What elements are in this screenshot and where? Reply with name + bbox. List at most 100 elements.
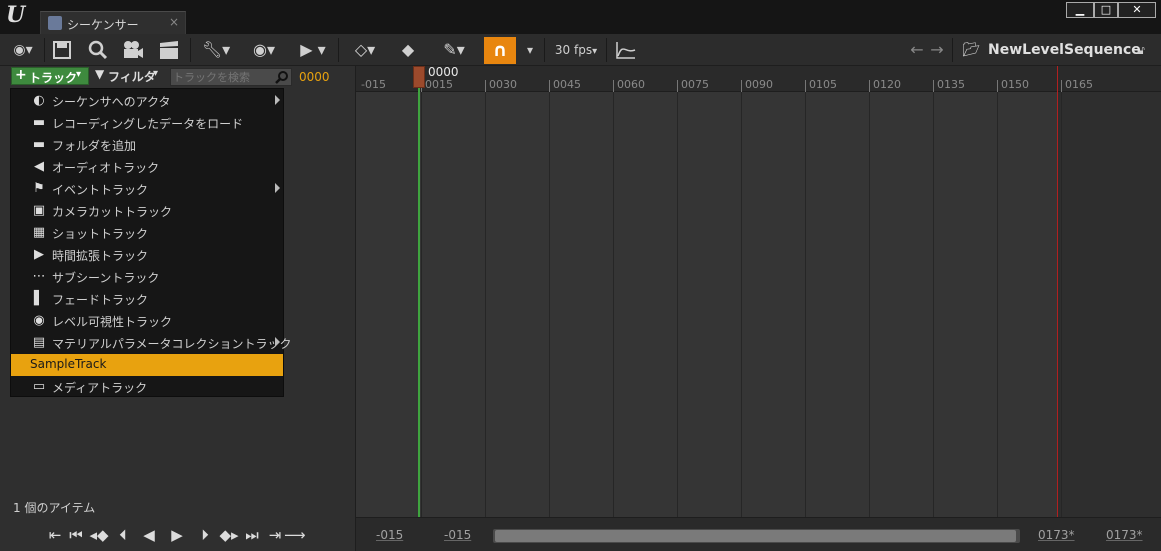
timeline-bottom-bar: -015 -015 0173* 0173* <box>356 517 1161 551</box>
menu-item-label: メディアトラック <box>52 381 148 395</box>
snap-options-chevron-icon[interactable]: ▾ <box>522 39 538 61</box>
eye-icon[interactable]: ◉▾ <box>244 39 284 61</box>
menu-item[interactable]: ▬ レコーディングしたデータをロード <box>11 112 283 134</box>
forward-arrow-icon[interactable]: → <box>928 39 946 61</box>
back-arrow-icon[interactable]: ← <box>908 39 926 61</box>
playhead-marker[interactable] <box>413 66 425 88</box>
play-icon[interactable]: ▶ ▾ <box>296 39 330 61</box>
ruler-tick-label: -015 <box>361 78 386 91</box>
key-diamond-icon[interactable]: ◇▾ <box>346 39 384 61</box>
sequencer-tab-icon <box>48 16 62 30</box>
track-search-input[interactable] <box>173 69 273 85</box>
toolbar-separator <box>338 38 339 62</box>
time-ruler[interactable]: -015 0015 0030 0045 0060 0075 0090 0105 0120 0135… <box>356 66 1161 92</box>
add-track-button[interactable]: + トラック ▾ <box>11 67 89 85</box>
jump-to-end-icon[interactable]: ⇥ <box>268 525 282 545</box>
tab-close-icon[interactable]: × <box>169 15 179 29</box>
menu-item-label: ショットトラック <box>52 227 149 241</box>
loop-icon[interactable]: ⟶ <box>284 525 306 545</box>
filter-button[interactable]: ▼ フィルタ ▾ <box>93 67 165 85</box>
timeline-grid-line <box>741 92 742 517</box>
view-range-end[interactable]: 0173* <box>1106 528 1143 542</box>
wrench-icon[interactable]: 🔧︎▾ <box>198 39 234 61</box>
menu-item[interactable]: ◀ オーディオトラック <box>11 156 283 178</box>
maximize-button[interactable]: □ <box>1094 2 1118 18</box>
timeline-scrollbar[interactable] <box>493 529 1020 543</box>
menu-item[interactable]: ▦ ショットトラック <box>11 222 283 244</box>
menu-item[interactable]: ▌ フェードトラック <box>11 288 283 310</box>
previous-key-icon[interactable]: ⏮ <box>66 525 86 545</box>
camera-icon[interactable] <box>120 39 146 61</box>
folder-open-icon[interactable]: 📂︎ <box>960 39 982 61</box>
menu-item[interactable]: ▤ マテリアルパラメータコレクショントラック <box>11 332 292 354</box>
working-range-start[interactable]: -015 <box>444 528 471 542</box>
playback-start-line[interactable] <box>418 88 420 517</box>
menu-item[interactable]: ▣ カメラカットトラック <box>11 200 283 222</box>
menu-item[interactable]: ▬ フォルダを追加 <box>11 134 283 156</box>
ruler-tick-line <box>933 80 934 92</box>
jump-next-icon[interactable]: ◆▸ <box>218 525 240 545</box>
next-key-icon[interactable]: ⏭ <box>242 525 262 545</box>
gradient-icon: ▌ <box>34 291 44 306</box>
submenu-arrow-icon <box>275 95 280 105</box>
menu-item[interactable]: ⋯ サブシーントラック <box>11 266 283 288</box>
menu-item[interactable]: ▶ 時間拡張トラック <box>11 244 283 266</box>
view-range-start[interactable]: -015 <box>376 528 403 542</box>
menu-item[interactable]: ⚑ イベントトラック <box>11 178 283 200</box>
current-frame-readout[interactable]: 0000 <box>299 70 330 84</box>
ruler-tick-label: 0015 <box>425 78 453 91</box>
timeline-grid-line <box>1061 92 1062 517</box>
unreal-logo-icon: U <box>6 2 26 28</box>
world-menu-icon[interactable]: ◉▾ <box>8 39 38 61</box>
play-reverse-icon[interactable]: ◀ <box>140 525 158 545</box>
scrollbar-thumb[interactable] <box>495 530 1016 542</box>
fps-label: 30 fps <box>554 43 593 57</box>
tab-sequencer[interactable]: シーケンサー × <box>40 11 186 34</box>
clapper-icon[interactable] <box>156 39 182 61</box>
submenu-arrow-icon <box>275 183 280 193</box>
chevron-down-icon: ▾ <box>153 68 159 79</box>
menu-item[interactable]: ◐ シーケンサへのアクタ <box>11 90 283 112</box>
search-icon[interactable] <box>86 39 110 61</box>
menu-item[interactable]: SampleTrack <box>11 354 283 376</box>
close-button[interactable]: ✕ <box>1118 2 1156 18</box>
menu-item[interactable]: ◉ レベル可視性トラック <box>11 310 283 332</box>
ruler-tick-label: 0150 <box>1001 78 1029 91</box>
toolbar-separator <box>606 38 607 62</box>
track-search-field[interactable] <box>170 68 292 86</box>
working-range-end[interactable]: 0173* <box>1038 528 1075 542</box>
menu-item[interactable]: ▭ メディアトラック <box>11 376 283 398</box>
add-track-menu: ◐ シーケンサへのアクタ ▬ レコーディングしたデータをロード ▬ フォルダを追加 ◀ オーデ… <box>10 88 292 398</box>
minimize-button[interactable]: ▁ <box>1066 2 1094 18</box>
timeline-grid-line <box>613 92 614 517</box>
save-icon[interactable] <box>50 39 74 61</box>
filter-label: フィルタ <box>108 70 156 84</box>
jump-previous-icon[interactable]: ◂◆ <box>88 525 110 545</box>
timeline-grid-line <box>485 92 486 517</box>
curve-editor-icon[interactable] <box>612 39 640 61</box>
step-back-icon[interactable]: ⏴ <box>114 525 132 545</box>
media-icon: ▭ <box>32 379 46 394</box>
auto-key-icon[interactable]: ◆ <box>396 39 420 61</box>
play-icon[interactable]: ▶ <box>168 525 186 545</box>
out-of-range-shade <box>1058 92 1161 517</box>
timeline-area[interactable] <box>355 66 1161 551</box>
menu-item-label: マテリアルパラメータコレクショントラック <box>52 337 292 351</box>
timeline-grid-line <box>677 92 678 517</box>
toolbar: ◉▾ 🔧︎▾ ◉▾ ▶ ▾ ◇▾ ◆ ✎▾ ∩ ▾ 30 fps▾ ← → 📂︎… <box>0 34 1161 66</box>
jump-to-start-icon[interactable]: ⇤ <box>48 525 62 545</box>
timeline-grid-line <box>549 92 550 517</box>
fps-dropdown[interactable]: 30 fps▾ <box>550 39 602 61</box>
ruler-tick-label: 0060 <box>617 78 645 91</box>
menu-item-label: イベントトラック <box>52 183 149 197</box>
submenu-arrow-icon <box>275 337 280 347</box>
lock-icon[interactable]: 🔓︎ <box>1132 39 1150 61</box>
speaker-icon: ◀ <box>34 159 44 174</box>
step-forward-icon[interactable]: ⏵ <box>196 525 214 545</box>
eye-icon: ◉ <box>33 313 45 328</box>
menu-item-label: サブシーントラック <box>52 271 160 285</box>
snap-magnet-icon[interactable]: ∩ <box>484 37 516 64</box>
pencil-icon[interactable]: ✎▾ <box>436 39 472 61</box>
toolbar-separator <box>44 38 45 62</box>
ruler-tick-line <box>1061 80 1062 92</box>
